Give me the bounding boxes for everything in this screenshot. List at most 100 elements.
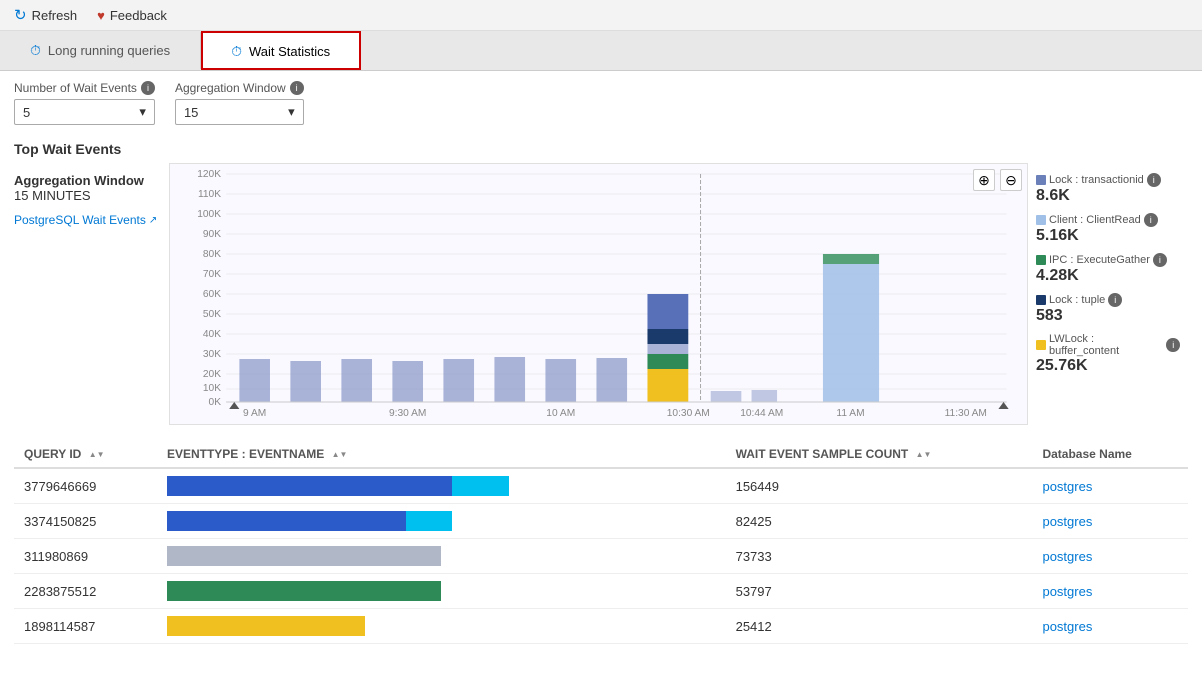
col-sample-count: WAIT EVENT SAMPLE COUNT ▲▼ [726,441,1033,468]
sort-query-id-icon[interactable]: ▲▼ [89,450,105,459]
wait-events-info-icon[interactable]: i [141,81,155,95]
legend-dot-lock-txid [1036,175,1046,185]
tab-long-running[interactable]: ⏱ Long running queries [0,32,201,69]
cell-db-name: postgres [1032,609,1188,644]
legend-value-client-read: 5.16K [1036,227,1180,245]
cell-eventtype-bar [157,468,726,504]
svg-text:10K: 10K [203,383,221,394]
db-name-link[interactable]: postgres [1042,549,1092,564]
tab-clock-icon: ⏱ [30,42,41,59]
db-name-link[interactable]: postgres [1042,584,1092,599]
cell-sample-count: 25412 [726,609,1033,644]
cell-query-id: 3374150825 [14,504,157,539]
svg-text:80K: 80K [203,249,221,260]
svg-text:90K: 90K [203,229,221,240]
svg-text:10 AM: 10 AM [546,408,575,419]
cell-sample-count: 73733 [726,539,1033,574]
chart-left-panel: Aggregation Window 15 MINUTES PostgreSQL… [14,163,169,425]
legend-info-ipc-execute[interactable]: i [1153,253,1167,267]
cell-sample-count: 53797 [726,574,1033,609]
tab-long-running-label: Long running queries [48,43,170,58]
db-name-link[interactable]: postgres [1042,479,1092,494]
cell-db-name: postgres [1032,539,1188,574]
legend-item-lwlock-buffer: LWLock : buffer_content i 25.76K [1036,333,1180,375]
sort-eventtype-icon[interactable]: ▲▼ [332,450,348,459]
table-row: 1898114587 25412 postgres [14,609,1188,644]
table-row: 2283875512 53797 postgres [14,574,1188,609]
svg-text:120K: 120K [197,169,221,180]
agg-window-label: Aggregation Window [14,173,169,188]
cell-query-id: 311980869 [14,539,157,574]
wait-events-control: Number of Wait Events i 5 ▾ [14,81,155,125]
heart-icon: ♥ [97,8,105,23]
svg-text:9:30 AM: 9:30 AM [389,408,426,419]
section-title: Top Wait Events [14,141,1188,157]
table-row: 311980869 73733 postgres [14,539,1188,574]
svg-text:40K: 40K [203,329,221,340]
main-content: Top Wait Events Aggregation Window 15 MI… [0,131,1202,654]
legend-info-lock-tuple[interactable]: i [1108,293,1122,307]
sort-sample-count-icon[interactable]: ▲▼ [916,450,932,459]
feedback-label: Feedback [110,8,167,23]
wait-events-select[interactable]: 5 ▾ [14,99,155,125]
refresh-button[interactable]: ↻ Refresh [14,6,77,24]
cell-query-id: 1898114587 [14,609,157,644]
db-name-link[interactable]: postgres [1042,514,1092,529]
legend-value-lock-txid: 8.6K [1036,187,1180,205]
external-link-icon: ↗ [149,215,157,226]
agg-window-value: 15 MINUTES [14,188,169,203]
controls-bar: Number of Wait Events i 5 ▾ Aggregation … [0,71,1202,131]
cell-sample-count: 156449 [726,468,1033,504]
chart-legend: Lock : transactionid i 8.6K Client : Cli… [1028,163,1188,425]
cell-db-name: postgres [1032,574,1188,609]
cell-eventtype-bar [157,574,726,609]
db-name-link[interactable]: postgres [1042,619,1092,634]
legend-value-lock-tuple: 583 [1036,307,1180,325]
zoom-in-button[interactable]: ⊕ [973,169,995,191]
table-row: 3779646669 156449 postgres [14,468,1188,504]
cell-query-id: 3779646669 [14,468,157,504]
cell-db-name: postgres [1032,468,1188,504]
svg-text:20K: 20K [203,369,221,380]
tab-wait-icon: ⏱ [231,43,242,60]
chart-zoom-controls: ⊕ ⊖ [973,169,1022,191]
legend-info-lock-txid[interactable]: i [1147,173,1161,187]
legend-info-lwlock-buffer[interactable]: i [1166,338,1180,352]
aggregation-info-icon[interactable]: i [290,81,304,95]
aggregation-select[interactable]: 15 ▾ [175,99,304,125]
legend-dot-ipc-execute [1036,255,1046,265]
col-db-name: Database Name [1032,441,1188,468]
chevron-down-icon: ▾ [139,104,146,120]
svg-text:11 AM: 11 AM [836,408,864,419]
wait-events-label: Number of Wait Events i [14,81,155,95]
legend-item-client-read: Client : ClientRead i 5.16K [1036,213,1180,245]
col-query-id: QUERY ID ▲▼ [14,441,157,468]
cell-db-name: postgres [1032,504,1188,539]
tab-bar: ⏱ Long running queries ⏱ Wait Statistics [0,31,1202,71]
table-header-row: QUERY ID ▲▼ EVENTTYPE : EVENTNAME ▲▼ WAI… [14,441,1188,468]
svg-text:10:30 AM: 10:30 AM [667,408,710,419]
tab-wait-statistics[interactable]: ⏱ Wait Statistics [201,31,361,70]
aggregation-chevron-icon: ▾ [288,104,295,120]
aggregation-control: Aggregation Window i 15 ▾ [175,81,304,125]
col-eventtype: EVENTTYPE : EVENTNAME ▲▼ [157,441,726,468]
cell-query-id: 2283875512 [14,574,157,609]
feedback-button[interactable]: ♥ Feedback [97,8,167,23]
cell-eventtype-bar [157,504,726,539]
cell-sample-count: 82425 [726,504,1033,539]
legend-value-lwlock-buffer: 25.76K [1036,357,1180,375]
svg-text:50K: 50K [203,309,221,320]
svg-text:11:30 AM: 11:30 AM [945,408,987,419]
tab-wait-label: Wait Statistics [249,44,330,59]
svg-text:0K: 0K [209,397,222,408]
legend-item-lock-txid: Lock : transactionid i 8.6K [1036,173,1180,205]
zoom-out-button[interactable]: ⊖ [1000,169,1022,191]
data-table: QUERY ID ▲▼ EVENTTYPE : EVENTNAME ▲▼ WAI… [14,441,1188,644]
refresh-icon: ↻ [14,6,27,24]
svg-text:30K: 30K [203,349,221,360]
legend-info-client-read[interactable]: i [1144,213,1158,227]
postgresql-wait-events-link[interactable]: PostgreSQL Wait Events ↗ [14,213,169,227]
cell-eventtype-bar [157,539,726,574]
svg-text:60K: 60K [203,289,221,300]
legend-dot-lwlock-buffer [1036,340,1046,350]
